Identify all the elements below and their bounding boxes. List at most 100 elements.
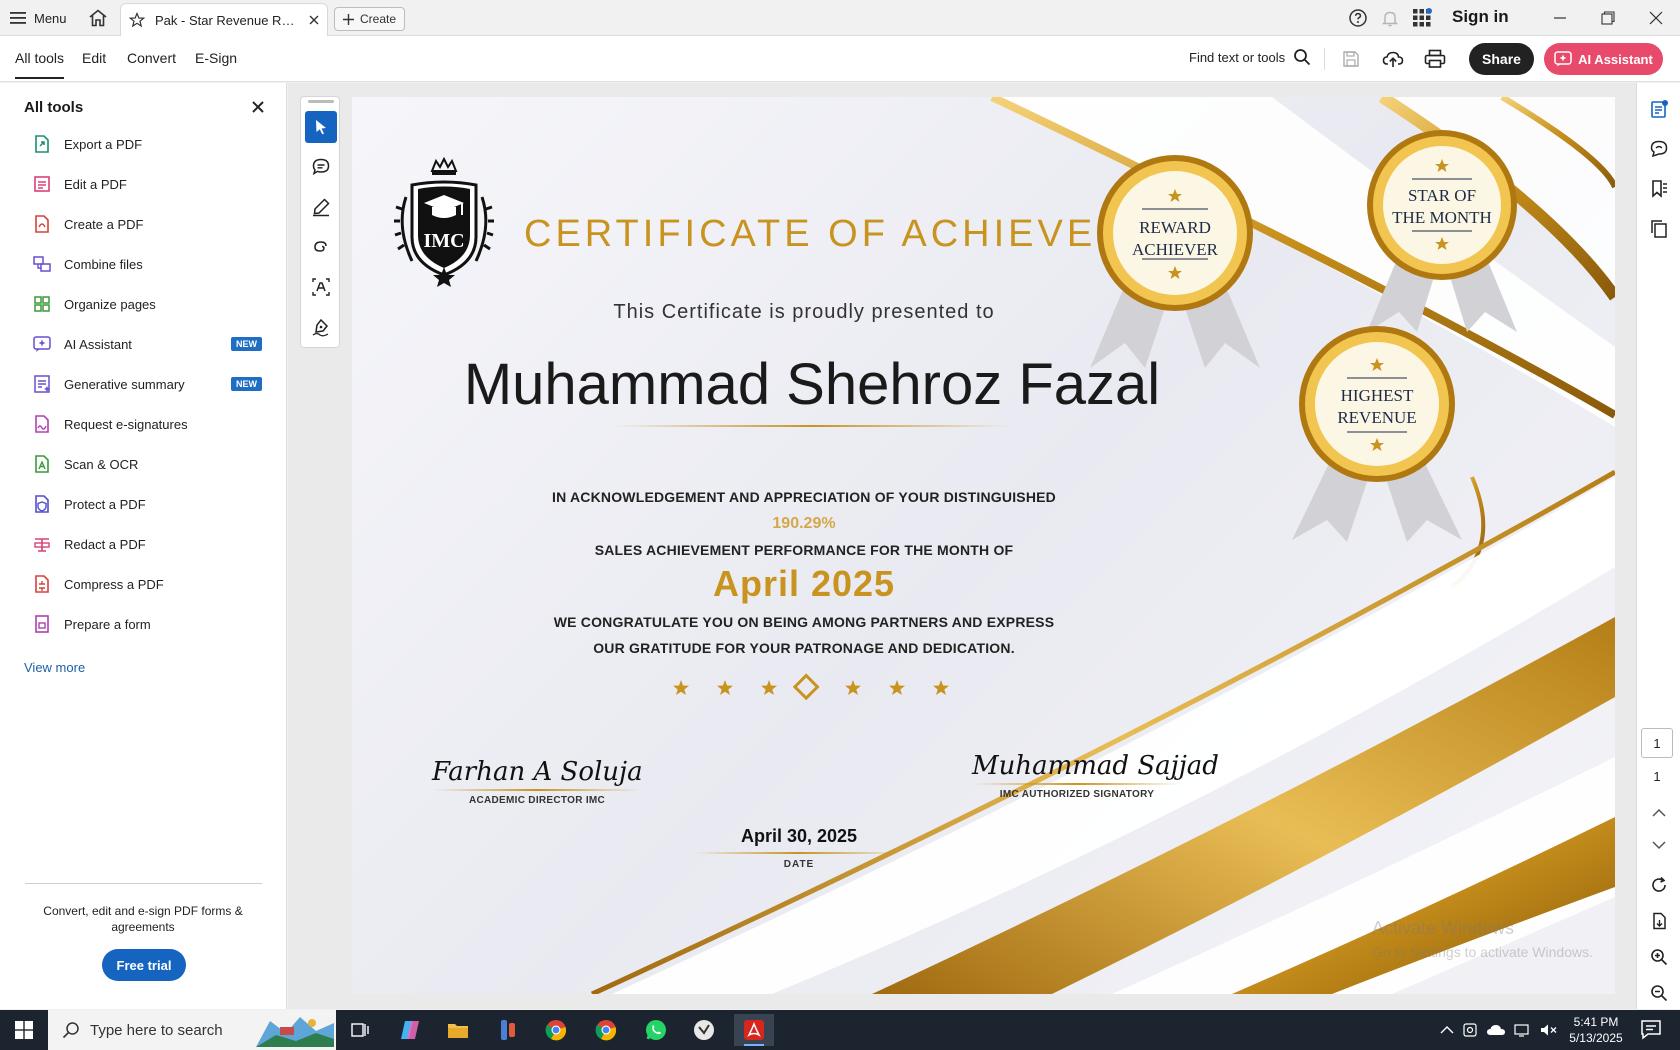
extract-page-button[interactable] <box>1647 909 1671 933</box>
save-button[interactable] <box>1338 46 1364 72</box>
star-icon[interactable] <box>129 12 145 28</box>
imc-crest-logo: IMC <box>392 157 496 287</box>
onedrive-icon[interactable] <box>1486 1023 1506 1037</box>
signature-left: Farhan A Soluja <box>432 757 643 787</box>
tab-e-sign[interactable]: E-Sign <box>195 50 237 66</box>
taskbar-copilot[interactable] <box>390 1014 430 1046</box>
network-icon[interactable] <box>1514 1023 1532 1037</box>
view-more-link[interactable]: View more <box>24 660 85 675</box>
taskbar-chrome-2[interactable] <box>586 1014 626 1046</box>
free-trial-button[interactable]: Free trial <box>102 949 186 981</box>
create-pdf-icon <box>32 214 52 234</box>
minimize-button[interactable] <box>1548 6 1572 30</box>
tool-item-compress-pdf[interactable]: Compress a PDF <box>32 569 272 599</box>
zoom-out-button[interactable] <box>1647 981 1671 1005</box>
next-page-button[interactable] <box>1647 833 1671 857</box>
highlight-tool-button[interactable] <box>305 191 337 223</box>
close-panel-icon[interactable] <box>251 100 267 116</box>
tool-item-combine-files[interactable]: Combine files <box>32 249 272 279</box>
badge-star-line1: STAR OF <box>1407 186 1477 205</box>
search-icon <box>1293 48 1311 66</box>
ai-assistant-button[interactable]: AI Assistant <box>1544 43 1663 75</box>
task-view-button[interactable] <box>340 1014 380 1046</box>
select-tool-button[interactable] <box>305 111 337 143</box>
apps-grid-icon <box>1412 8 1432 28</box>
notifications-button[interactable] <box>1380 8 1400 28</box>
achievement-percent: 190.29% <box>772 515 836 532</box>
document-tab[interactable]: Pak - Star Revenue Rew... <box>120 3 328 36</box>
bookmarks-panel-button[interactable] <box>1647 177 1671 201</box>
minimize-icon <box>1553 11 1567 25</box>
tool-item-prepare-form[interactable]: Prepare a form <box>32 609 272 639</box>
text-recognition-button[interactable] <box>305 271 337 303</box>
comment-tool-button[interactable] <box>305 151 337 183</box>
home-button[interactable] <box>86 7 110 29</box>
restore-button[interactable] <box>1596 6 1620 30</box>
tool-item-redact-pdf[interactable]: Redact a PDF <box>32 529 272 559</box>
tab-all-tools[interactable]: All tools <box>15 50 65 79</box>
volume-muted-icon[interactable] <box>1540 1023 1558 1037</box>
previous-page-button[interactable] <box>1647 801 1671 825</box>
upload-cloud-button[interactable] <box>1380 46 1406 72</box>
draw-tool-button[interactable] <box>305 231 337 263</box>
start-button[interactable] <box>0 1010 48 1050</box>
tool-item-ai-assistant[interactable]: AI Assistant NEW <box>32 329 272 359</box>
tool-item-export-pdf[interactable]: Export a PDF <box>32 129 272 159</box>
tool-item-label: Export a PDF <box>64 136 143 152</box>
tab-convert[interactable]: Convert <box>127 50 176 66</box>
taskbar-whatsapp[interactable] <box>636 1014 676 1046</box>
sign-in-link[interactable]: Sign in <box>1452 7 1509 27</box>
windows-taskbar: Type here to search 5:41 PM 5/13/2025 <box>0 1010 1680 1050</box>
taskbar-file-explorer[interactable] <box>438 1014 478 1046</box>
close-window-button[interactable] <box>1644 6 1668 30</box>
system-tray <box>1440 1010 1558 1050</box>
zoom-in-button[interactable] <box>1647 945 1671 969</box>
sign-tool-button[interactable] <box>305 311 337 343</box>
certificate-page: IMC CERTIFICATE OF ACHIEVEMENT This Cert… <box>352 97 1615 994</box>
edit-panel-button[interactable] <box>1647 97 1671 121</box>
text-select-icon <box>311 277 331 297</box>
tool-item-protect-pdf[interactable]: Protect a PDF <box>32 489 272 519</box>
tool-item-organize-pages[interactable]: Organize pages <box>32 289 272 319</box>
windows-logo-icon <box>15 1021 33 1039</box>
close-tab-icon[interactable] <box>309 15 319 25</box>
zoom-out-icon <box>1650 984 1668 1002</box>
taskbar-app-tools[interactable] <box>488 1014 528 1046</box>
gratitude-line: OUR GRATITUDE FOR YOUR PATRONAGE AND DED… <box>593 640 1015 656</box>
tool-item-create-pdf[interactable]: Create a PDF <box>32 209 272 239</box>
signature-right: Muhammad Sajjad <box>972 751 1219 781</box>
taskbar-acrobat[interactable] <box>734 1014 774 1046</box>
taskbar-chrome-1[interactable] <box>536 1014 576 1046</box>
tray-expand-icon[interactable] <box>1440 1025 1454 1035</box>
pages-panel-button[interactable] <box>1647 217 1671 241</box>
achievement-month: April 2025 <box>712 563 896 604</box>
chevron-up-icon <box>1652 808 1666 818</box>
notification-icon <box>1640 1018 1662 1040</box>
tool-item-edit-pdf[interactable]: Edit a PDF <box>32 169 272 199</box>
share-button[interactable]: Share <box>1469 43 1534 75</box>
comment-icon <box>311 157 331 177</box>
main-toolbar: All tools Edit Convert E-Sign Find text … <box>0 36 1680 82</box>
generative-summary-icon <box>32 374 52 394</box>
rotate-button[interactable] <box>1647 873 1671 897</box>
tool-item-scan-ocr[interactable]: Scan & OCR <box>32 449 272 479</box>
tool-item-request-esign[interactable]: Request e-signatures <box>32 409 272 439</box>
tool-item-label: Protect a PDF <box>64 496 146 512</box>
date-underline <box>694 852 904 854</box>
badge-star-line2: THE MONTH <box>1392 208 1492 227</box>
meet-icon[interactable] <box>1462 1022 1478 1038</box>
page-number-input[interactable] <box>1641 728 1673 758</box>
apps-button[interactable] <box>1412 8 1432 28</box>
print-button[interactable] <box>1422 46 1448 72</box>
notification-center-button[interactable] <box>1640 1018 1662 1040</box>
create-button[interactable]: Create <box>334 7 406 31</box>
help-button[interactable] <box>1348 8 1368 28</box>
taskbar-clock[interactable]: 5:41 PM 5/13/2025 <box>1558 1014 1634 1046</box>
tool-item-generative-summary[interactable]: Generative summary NEW <box>32 369 272 399</box>
comments-panel-button[interactable] <box>1647 137 1671 161</box>
menu-button[interactable]: Menu <box>10 6 67 30</box>
taskbar-app-clock[interactable] <box>684 1014 724 1046</box>
find-text-or-tools[interactable]: Find text or tools <box>1189 48 1311 66</box>
copilot-icon <box>399 1019 421 1041</box>
tab-edit[interactable]: Edit <box>82 50 106 66</box>
